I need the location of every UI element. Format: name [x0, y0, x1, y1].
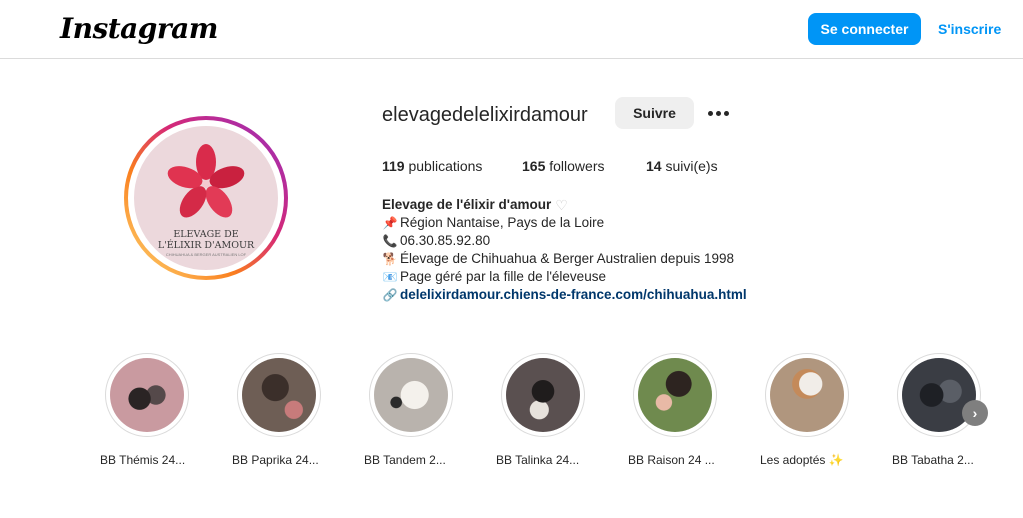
highlight-image: [506, 358, 580, 432]
highlight-cover: [765, 353, 849, 437]
highlight-cover: [237, 353, 321, 437]
bio-description: Élevage de Chihuahua & Berger Australien…: [400, 251, 734, 266]
highlight-label: BB Raison 24 ...: [628, 453, 715, 467]
posts-label: publications: [408, 158, 483, 174]
profile-full-name: Elevage de l'élixir d'amour: [382, 197, 552, 212]
posts-stat: 119 publications: [382, 158, 482, 174]
more-options-icon[interactable]: [705, 104, 731, 122]
bio-phone: 06.30.85.92.80: [400, 233, 491, 248]
highlight-image: [374, 358, 448, 432]
heart-icon: ♡: [555, 197, 568, 213]
highlight-label: Les adoptés ✨: [760, 453, 844, 467]
highlight-cover: [369, 353, 453, 437]
highlight-label: BB Tandem 2...: [364, 453, 446, 467]
top-nav-bar: Instagram Se connecter S'inscrire: [0, 0, 1023, 59]
chevron-right-icon[interactable]: ›: [962, 400, 988, 426]
instagram-logo[interactable]: Instagram: [60, 12, 218, 45]
highlight-label: BB Tabatha 2...: [892, 453, 974, 467]
highlight-cover: [105, 353, 189, 437]
following-count: 14: [646, 158, 662, 174]
highlight-image: [770, 358, 844, 432]
signup-link[interactable]: S'inscrire: [938, 21, 1001, 37]
highlight-label: BB Paprika 24...: [232, 453, 319, 467]
highlight-label: BB Thémis 24...: [100, 453, 186, 467]
bio-location: Région Nantaise, Pays de la Loire: [400, 215, 605, 230]
bio-website-link[interactable]: delelixirdamour.chiens-de-france.com/chi…: [400, 286, 747, 304]
follow-button[interactable]: Suivre: [615, 97, 694, 129]
followers-label: followers: [549, 158, 605, 174]
highlight-image: [242, 358, 316, 432]
pushpin-icon: 📌: [382, 216, 398, 230]
highlight-label: BB Talinka 24...: [496, 453, 580, 467]
login-button[interactable]: Se connecter: [808, 13, 921, 45]
link-icon: 🔗: [382, 288, 398, 302]
email-icon: 📧: [382, 270, 398, 284]
profile-avatar[interactable]: ELEVAGE DE L'ÉLIXIR D'AMOUR CHIHUAHUA & …: [123, 115, 289, 281]
profile-username: elevagedelelixirdamour: [382, 104, 588, 126]
following-label: suivi(e)s: [665, 158, 718, 174]
highlight-cover: [501, 353, 585, 437]
bio-managed-by: Page géré par la fille de l'éleveuse: [400, 269, 606, 284]
avatar-image: ELEVAGE DE L'ÉLIXIR D'AMOUR CHIHUAHUA & …: [131, 123, 281, 273]
followers-stat[interactable]: 165 followers: [522, 158, 605, 174]
followers-count: 165: [522, 158, 546, 174]
following-stat[interactable]: 14 suivi(e)s: [646, 158, 718, 174]
highlight-cover: [633, 353, 717, 437]
telephone-icon: 📞: [382, 234, 398, 248]
avatar-logo-subtitle: CHIHUAHUA & BERGER AUSTRALIEN LOF: [165, 252, 247, 257]
dog-icon: 🐕: [382, 252, 398, 266]
posts-count: 119: [382, 158, 405, 174]
highlight-image: [638, 358, 712, 432]
highlight-image: [110, 358, 184, 432]
profile-bio: Elevage de l'élixir d'amour ♡ 📌 Région N…: [382, 196, 747, 304]
avatar-logo-title: ELEVAGE DE L'ÉLIXIR D'AMOUR: [157, 229, 255, 251]
